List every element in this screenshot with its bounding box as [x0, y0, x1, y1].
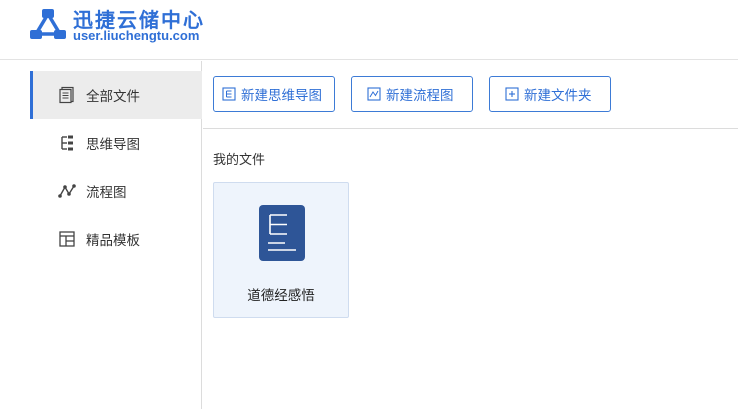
new-mindmap-label: 新建思维导图 — [241, 88, 322, 104]
sidebar-item-label: 流程图 — [86, 185, 127, 201]
file-name: 道德经感悟 — [247, 288, 315, 304]
new-mindmap-icon — [222, 87, 236, 101]
sidebar-item-label: 全部文件 — [86, 89, 140, 105]
brand-url: user.liuchengtu.com — [73, 28, 200, 43]
sidebar-item-templates[interactable]: 精品模板 — [30, 215, 202, 263]
template-icon — [59, 231, 75, 247]
logo-icon[interactable] — [28, 6, 68, 42]
new-folder-icon — [505, 87, 519, 101]
flowchart-icon — [58, 184, 76, 198]
mindmap-icon — [61, 135, 73, 151]
sidebar-item-label: 精品模板 — [86, 233, 140, 249]
new-flowchart-button[interactable]: 新建流程图 — [351, 76, 473, 112]
new-flowchart-icon — [367, 87, 381, 101]
file-card[interactable]: 道德经感悟 — [213, 182, 349, 318]
new-folder-button[interactable]: 新建文件夹 — [489, 76, 611, 112]
document-icon — [59, 86, 74, 104]
sidebar-item-flowchart[interactable]: 流程图 — [30, 167, 202, 215]
new-flowchart-label: 新建流程图 — [386, 88, 454, 104]
sidebar-item-mindmap[interactable]: 思维导图 — [30, 119, 202, 167]
header: 迅捷云储中心 user.liuchengtu.com — [0, 0, 738, 60]
mindmap-file-icon — [259, 205, 305, 261]
sidebar: 全部文件 思维导图 流程图 精品模板 — [30, 61, 202, 409]
toolbar: 新建思维导图 新建流程图 新建文件夹 — [203, 61, 738, 129]
section-title: 我的文件 — [213, 153, 266, 168]
sidebar-item-label: 思维导图 — [86, 137, 140, 153]
sidebar-item-all-files[interactable]: 全部文件 — [30, 71, 202, 119]
new-mindmap-button[interactable]: 新建思维导图 — [213, 76, 335, 112]
new-folder-label: 新建文件夹 — [524, 88, 592, 104]
